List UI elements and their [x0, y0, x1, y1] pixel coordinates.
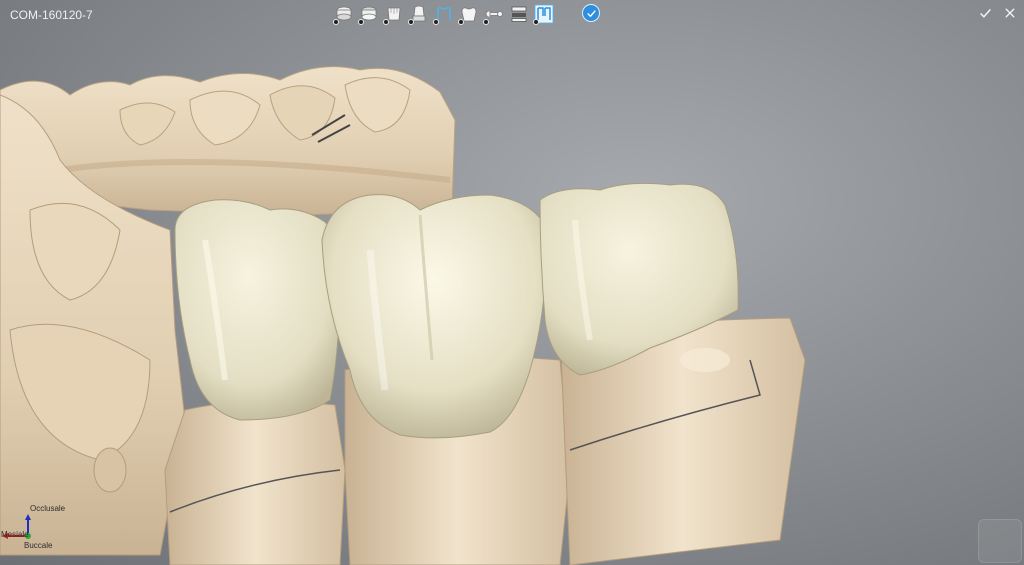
3d-viewport[interactable]	[0, 0, 1024, 565]
die-base-left[interactable]	[164, 400, 346, 565]
view-cube-widget[interactable]	[978, 519, 1022, 563]
axis-label-buccal: Buccale	[24, 541, 53, 550]
axis-label-mesial: Mesiale	[1, 530, 29, 539]
crown-left[interactable]	[174, 199, 342, 421]
axis-label-occlusal: Occlusale	[30, 504, 66, 513]
